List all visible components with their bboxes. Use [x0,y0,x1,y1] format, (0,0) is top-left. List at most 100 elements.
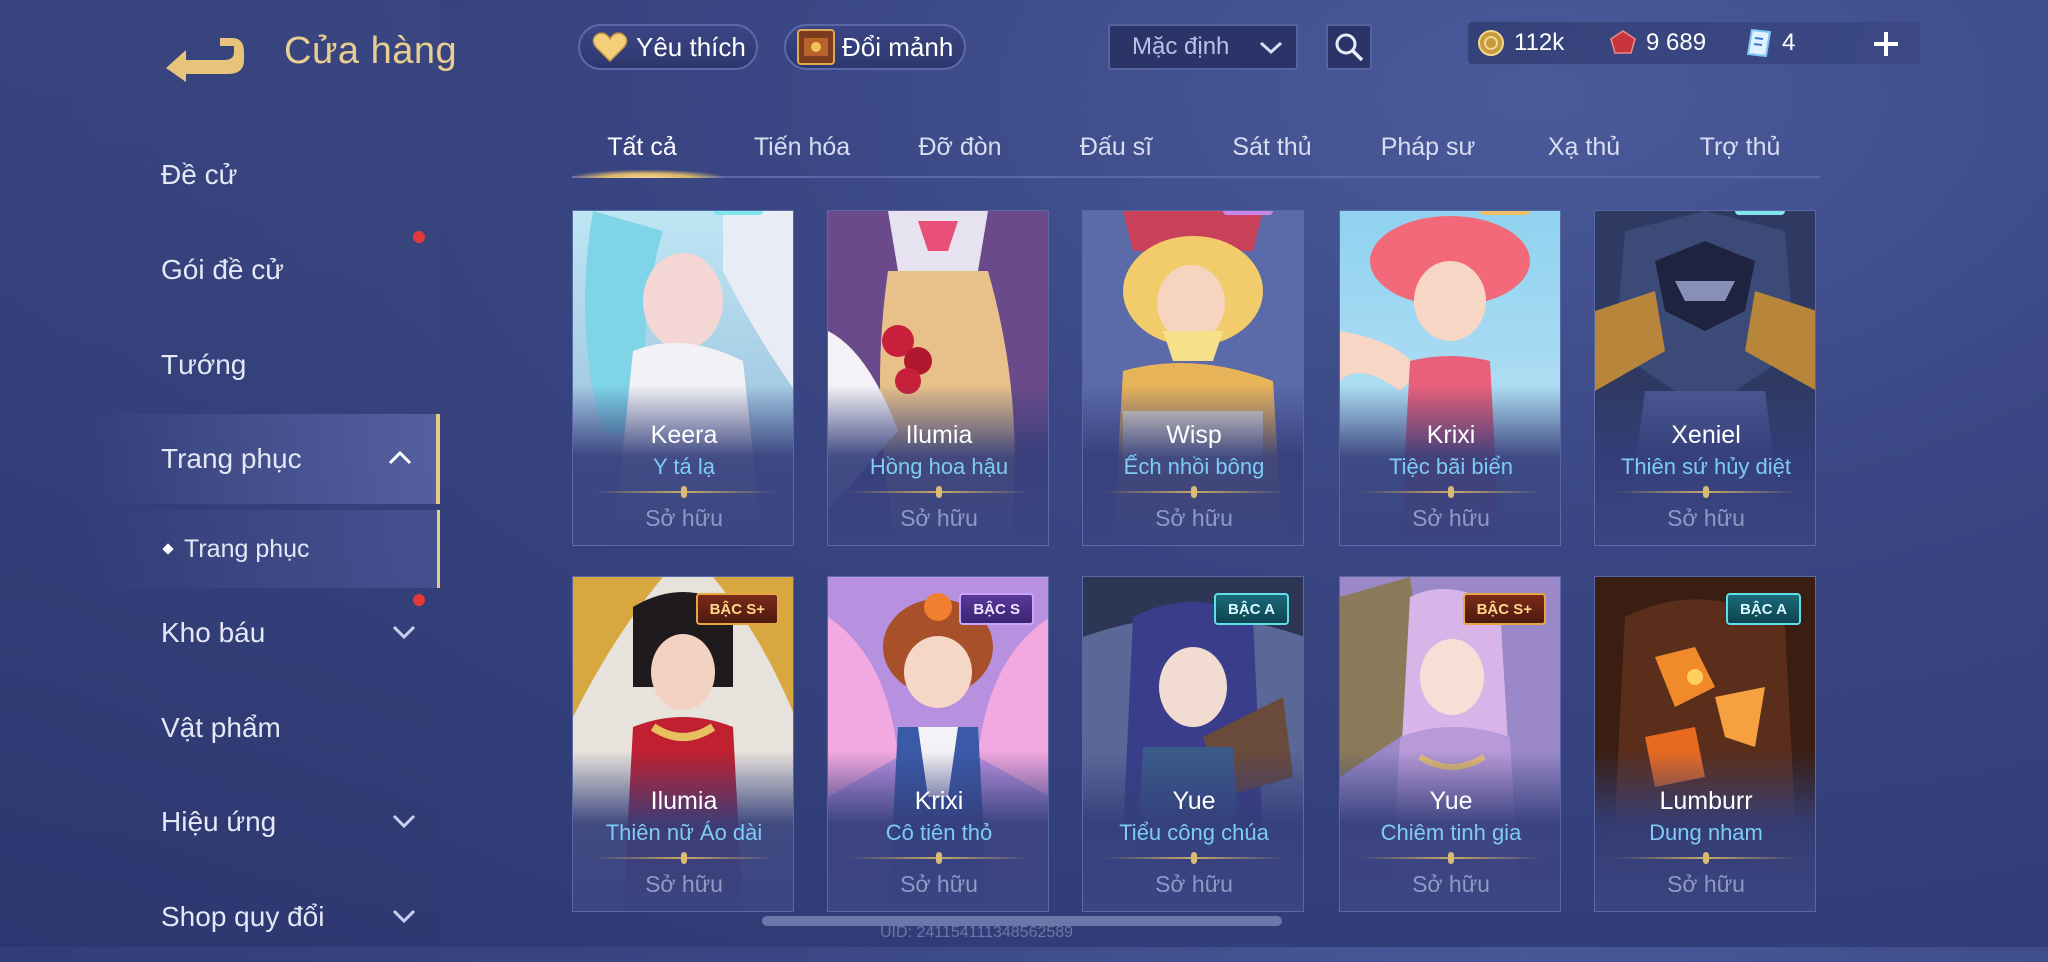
sidebar-item-items[interactable]: Vật phẩm [0,683,440,773]
card-top-tab [1223,211,1273,215]
sidebar-item-effects[interactable]: Hiệu ứng [0,777,440,867]
tab-all[interactable]: Tất cả [572,124,712,176]
gold-currency: 112k [1476,28,1564,58]
skin-name: Ếch nhồi bông [1123,454,1265,479]
sidebar-subitem-label: Trang phục [184,534,310,563]
sidebar-subitem-skins[interactable]: Trang phục [0,510,440,588]
sidebar-item-label: Shop quy đổi [161,901,325,932]
owned-status: Sở hữu [1412,871,1490,897]
tier-badge: BẬC S [959,593,1034,625]
hero-name: Krixi [914,787,964,815]
user-id-watermark: UID: 241154111348562589 [880,924,1074,941]
hero-name: Xeniel [1671,421,1741,449]
tab-evolution[interactable]: Tiến hóa [732,124,872,176]
card-divider [1360,486,1542,498]
card-divider [1360,852,1542,864]
sort-dropdown[interactable]: Mặc định [1108,24,1298,70]
tier-badge: BẬC S+ [695,593,779,625]
diamond-bullet-icon [162,543,174,555]
card-divider [848,486,1030,498]
sidebar-item-heroes[interactable]: Tướng [0,320,440,410]
tab-support[interactable]: Trợ thủ [1670,124,1810,176]
tier-badge: BẬC S+ [1462,593,1546,625]
owned-status: Sở hữu [645,505,723,531]
card-divider [1615,486,1797,498]
gold-coin-icon [1476,28,1506,58]
owned-status: Sở hữu [1155,505,1233,531]
hero-name: Ilumia [650,787,718,815]
favorite-button[interactable]: Yêu thích [578,24,758,70]
voucher-amount: 4 [1782,29,1796,56]
notification-dot [413,594,425,606]
sort-value: Mặc định [1132,33,1230,60]
sidebar-item-label: Trang phục [161,443,302,474]
voucher-currency: 4 [1744,28,1795,58]
sidebar-item-skins[interactable]: Trang phục [0,414,440,504]
sidebar-item-label: Tướng [161,349,247,380]
tab-mage[interactable]: Pháp sư [1358,124,1498,176]
chevron-down-icon [392,909,416,924]
hero-name: Ilumia [905,421,973,449]
tier-badge: BẬC A [1726,593,1801,625]
tab-tank[interactable]: Đỡ đòn [890,124,1030,176]
exchange-fragments-button[interactable]: Đổi mảnh [784,24,966,70]
skin-name: Cô tiên thỏ [885,820,993,845]
sidebar-item-recommended[interactable]: Đề cử [0,130,440,220]
skin-card[interactable]: BẬC S+ Yue Chiêm tinh gia Sở hữu [1339,576,1561,912]
skin-card[interactable]: Wisp Ếch nhồi bông Sở hữu [1082,210,1304,546]
add-currency-button[interactable] [1868,26,1904,62]
sidebar-item-treasure[interactable]: Kho báu [0,588,440,678]
tab-marksman[interactable]: Xạ thủ [1514,124,1654,176]
card-divider [1615,852,1797,864]
search-button[interactable] [1326,24,1372,70]
hero-name: Lumburr [1659,787,1753,815]
skin-card[interactable]: Krixi Tiệc bãi biển Sở hữu [1339,210,1561,546]
card-divider [593,852,775,864]
skin-card[interactable]: Xeniel Thiên sứ hủy diệt Sở hữu [1594,210,1816,546]
skin-card[interactable]: BẬC S Krixi Cô tiên thỏ Sở hữu [827,576,1049,912]
tab-assassin[interactable]: Sát thủ [1202,124,1342,176]
treasure-chest-icon [796,29,836,65]
owned-status: Sở hữu [1667,505,1745,531]
owned-status: Sở hữu [900,505,978,531]
sidebar-item-exchange-shop[interactable]: Shop quy đổi [0,872,440,962]
card-divider [848,852,1030,864]
owned-status: Sở hữu [645,871,723,897]
sidebar-item-label: Vật phẩm [161,712,281,743]
card-divider [593,486,775,498]
card-divider [1103,486,1285,498]
hero-name: Yue [1172,787,1216,815]
search-icon [1335,33,1364,62]
skin-card[interactable]: BẬC S+ Ilumia Thiên nữ Áo dài Sở hữu [572,576,794,912]
chevron-up-icon [388,450,412,465]
hero-name: Yue [1429,787,1473,815]
sidebar-item-recommended-packs[interactable]: Gói đề cử [0,225,440,315]
skin-card[interactable]: BẬC A Lumburr Dung nham Sở hữu [1594,576,1816,912]
skin-name: Tiệc bãi biển [1389,454,1513,479]
skin-card[interactable]: Keera Y tá lạ Sở hữu [572,210,794,546]
active-tab-indicator [572,170,722,178]
tab-fighter[interactable]: Đấu sĩ [1046,124,1186,176]
tier-badge: BẬC A [1214,593,1289,625]
card-top-tab [713,211,763,215]
chevron-down-icon [392,814,416,829]
card-top-tab [1480,211,1530,215]
sidebar-item-label: Hiệu ứng [161,806,277,837]
skin-name: Chiêm tinh gia [1380,820,1522,845]
sidebar-item-label: Đề cử [161,159,238,190]
card-top-tab [1735,211,1785,215]
skin-name: Tiểu công chúa [1119,820,1269,845]
favorite-label: Yêu thích [636,31,746,62]
owned-status: Sở hữu [900,871,978,897]
ruby-currency: 9 689 [1608,28,1706,58]
hero-name: Krixi [1426,421,1476,449]
skin-name: Dung nham [1649,820,1763,845]
voucher-icon [1744,28,1774,58]
sidebar: Đề cử Gói đề cử Tướng Trang phục Trang p… [0,0,440,947]
skin-name: Hồng hoa hậu [869,454,1009,479]
owned-status: Sở hữu [1155,871,1233,897]
skin-card[interactable]: Ilumia Hồng hoa hậu Sở hữu [827,210,1049,546]
chevron-down-icon [1259,41,1283,55]
skin-card[interactable]: BẬC A Yue Tiểu công chúa Sở hữu [1082,576,1304,912]
heart-icon [590,29,630,65]
